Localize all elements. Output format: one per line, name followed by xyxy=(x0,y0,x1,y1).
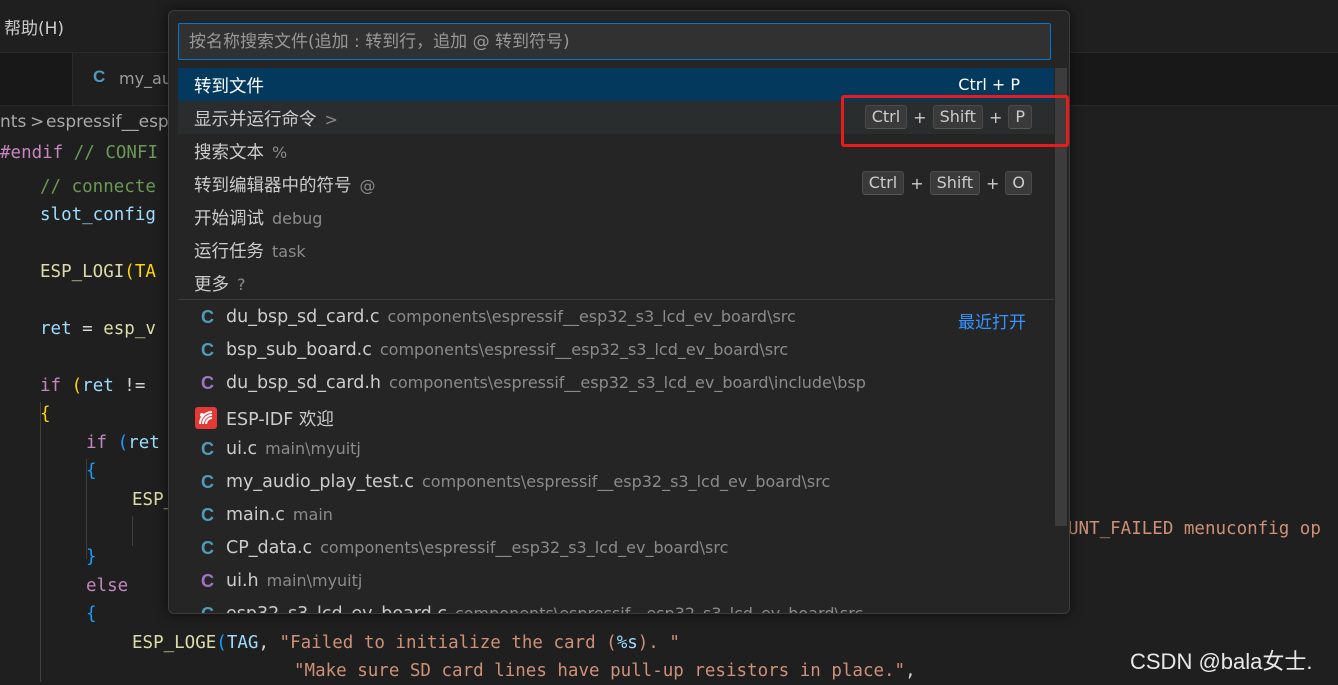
watermark: CSDN @bala女士. xyxy=(1130,649,1313,674)
quick-open-list: 转到文件 Ctrl + P 显示并运行命令 > Ctrl + Shift + P 搜索… xyxy=(178,68,1054,613)
code-line: #endif // CONFI xyxy=(0,143,159,163)
header-file-icon: C xyxy=(201,373,214,393)
command-label: 开始调试 xyxy=(194,209,264,229)
divider xyxy=(178,299,1054,300)
breadcrumb-item[interactable]: nts xyxy=(0,112,26,132)
file-path: components\espressif__esp32_s3_lcd_ev_bo… xyxy=(422,472,831,491)
file-path: components\espressif__esp32_s3_lcd_ev_bo… xyxy=(320,538,729,557)
command-label: 转到文件 xyxy=(194,77,264,97)
header-file-icon: C xyxy=(201,571,214,591)
code-line: ret = esp_v xyxy=(40,319,156,339)
file-path: main\myuitj xyxy=(265,439,361,458)
c-file-icon: C xyxy=(201,604,214,614)
highlight-annotation-box xyxy=(841,95,1069,147)
file-name: CP_data.c xyxy=(226,538,313,558)
command-label: 更多 xyxy=(194,275,229,295)
file-path: main xyxy=(292,505,333,524)
recent-file-item[interactable]: C my_audio_play_test.c components\espress… xyxy=(178,467,1054,500)
recent-file-item[interactable]: C du_bsp_sd_card.h components\espressif__… xyxy=(178,368,1054,401)
recent-file-item[interactable]: C ui.h main\myuitj xyxy=(178,566,1054,599)
code-line: if (ret xyxy=(86,433,160,453)
code-line: // connecte xyxy=(40,177,156,197)
file-path: components\espressif__esp32_s3_lcd_ev_bo… xyxy=(387,307,796,326)
c-file-icon: C xyxy=(201,307,214,327)
command-hint: debug xyxy=(272,209,323,228)
chevron-right-icon: > xyxy=(30,112,45,132)
code-line: UNT_FAILED menuconfig op xyxy=(1068,519,1321,539)
c-file-icon: C xyxy=(201,439,214,459)
key-o: O xyxy=(1005,171,1032,195)
code-line: else xyxy=(86,576,129,596)
file-name: main.c xyxy=(226,505,285,525)
c-file-icon: C xyxy=(93,67,106,86)
code-line: ESP_LOGI(TA xyxy=(40,262,156,282)
code-line: if (ret != xyxy=(40,376,156,396)
code-line: } xyxy=(86,547,97,567)
recently-opened-label: 最近打开 xyxy=(958,313,1026,333)
command-more[interactable]: 更多? xyxy=(178,266,1054,299)
file-name: ui.h xyxy=(226,571,259,591)
code-line: { xyxy=(40,404,51,424)
command-hint: > xyxy=(324,110,338,129)
command-run-task[interactable]: 运行任务 task xyxy=(178,233,1054,266)
recent-file-item[interactable]: C CP_data.c components\espressif__esp32_s… xyxy=(178,533,1054,566)
file-name: du_bsp_sd_card.c xyxy=(226,307,380,327)
shortcut-label: Ctrl + P xyxy=(958,75,1020,94)
menu-help[interactable]: 帮助(H) xyxy=(4,14,64,39)
c-file-icon: C xyxy=(201,538,214,558)
quick-open-search-input[interactable] xyxy=(178,23,1051,60)
c-file-icon: C xyxy=(201,340,214,360)
indent-guide xyxy=(40,402,41,682)
key-ctrl: Ctrl xyxy=(861,171,905,195)
file-name: du_bsp_sd_card.h xyxy=(226,373,382,393)
recent-file-item[interactable]: C ui.c main\myuitj xyxy=(178,434,1054,467)
indent-guide xyxy=(132,516,133,546)
recent-file-item[interactable]: C main.c main xyxy=(178,500,1054,533)
code-line: slot_config xyxy=(40,205,156,225)
recent-file-item[interactable]: ESP-IDF 欢迎 xyxy=(178,401,1054,434)
recent-file-item[interactable]: C bsp_sub_board.c components\espressif__e… xyxy=(178,335,1054,368)
code-line: "Make sure SD card lines have pull-up re… xyxy=(294,661,916,681)
key-shift: Shift xyxy=(929,171,980,195)
keybinding: Ctrl + Shift + O xyxy=(861,171,1032,195)
c-file-icon: C xyxy=(201,505,214,525)
file-name: ESP-IDF 欢迎 xyxy=(226,410,334,430)
command-hint: @ xyxy=(359,176,376,195)
file-name: bsp_sub_board.c xyxy=(226,340,372,360)
command-label: 显示并运行命令 xyxy=(194,110,317,130)
file-path: main\myuitj xyxy=(266,571,363,590)
file-path: components\espressif__esp32_s3_lcd_ev_bo… xyxy=(454,604,864,614)
command-start-debugging[interactable]: 开始调试 debug xyxy=(178,200,1054,233)
file-name: ui.c xyxy=(226,439,258,459)
command-hint: % xyxy=(272,143,288,162)
breadcrumb-item[interactable]: espressif__esp xyxy=(46,112,169,132)
code-line: { xyxy=(86,461,97,481)
command-hint: task xyxy=(272,242,306,261)
tab-label: my_au xyxy=(119,69,172,88)
recent-file-item[interactable]: C esp32_s3_lcd_ev_board.c components\espr… xyxy=(178,599,1054,614)
command-hint: ? xyxy=(237,275,246,294)
command-go-to-symbol[interactable]: 转到编辑器中的符号 @ Ctrl + Shift + O xyxy=(178,167,1054,200)
file-name: esp32_s3_lcd_ev_board.c xyxy=(226,604,447,614)
command-label: 转到编辑器中的符号 xyxy=(194,176,352,196)
command-label: 运行任务 xyxy=(194,242,264,262)
file-path: components\espressif__esp32_s3_lcd_ev_bo… xyxy=(389,373,866,392)
espressif-icon xyxy=(195,407,217,429)
file-name: my_audio_play_test.c xyxy=(226,472,414,492)
command-label: 搜索文本 xyxy=(194,143,264,163)
file-path: components\espressif__esp32_s3_lcd_ev_bo… xyxy=(379,340,789,359)
code-line: ESP_LOGE(TAG, "Failed to initialize the … xyxy=(132,633,680,653)
code-line: { xyxy=(86,604,97,624)
recent-file-item[interactable]: C du_bsp_sd_card.c components\espressif__… xyxy=(178,302,1054,335)
c-file-icon: C xyxy=(201,472,214,492)
